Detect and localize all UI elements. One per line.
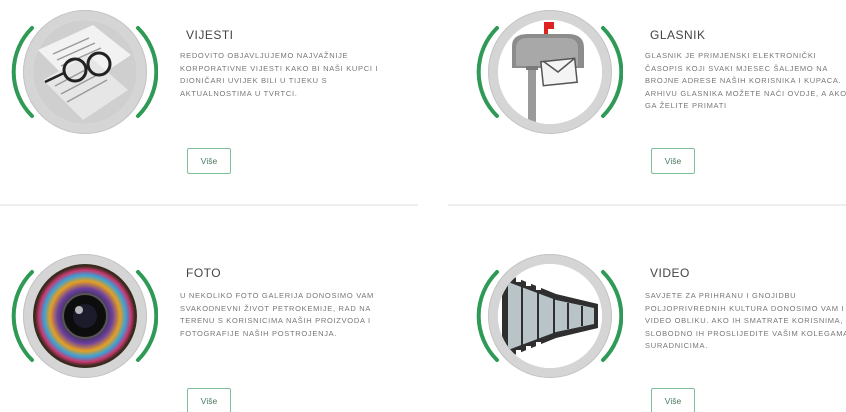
badge[interactable] xyxy=(473,6,623,156)
mailbox-icon xyxy=(498,20,602,124)
card-vijesti: VIJESTI REDOVITO OBJAVLJUJEMO NAJVAŽNIJE… xyxy=(0,0,423,206)
card-title[interactable]: VIDEO xyxy=(650,266,690,280)
badge[interactable] xyxy=(8,6,158,156)
card-title[interactable]: FOTO xyxy=(186,266,221,280)
badge-ring xyxy=(23,254,147,378)
badge[interactable] xyxy=(473,250,623,400)
card-title[interactable]: VIJESTI xyxy=(186,28,234,42)
more-button[interactable]: Više xyxy=(651,388,695,412)
more-button[interactable]: Više xyxy=(187,388,231,412)
card-title[interactable]: GLASNIK xyxy=(650,28,706,42)
badge-ring xyxy=(488,10,612,134)
card-foto: FOTO U NEKOLIKO FOTO GALERIJA DONOSIMO V… xyxy=(0,206,423,412)
newspaper-glasses-icon xyxy=(33,20,137,124)
card-glasnik: GLASNIK GLASNIK JE PRIMJENSKI ELEKTRONIČ… xyxy=(423,0,846,206)
card-description: SAVJETE ZA PRIHRANU I GNOJIDBU POLJOPRIV… xyxy=(645,291,846,351)
card-description: REDOVITO OBJAVLJUJEMO NAJVAŽNIJE KORPORA… xyxy=(180,51,379,98)
badge-ring xyxy=(488,254,612,378)
badge-ring xyxy=(23,10,147,134)
camera-lens-icon xyxy=(33,264,137,368)
more-button[interactable]: Više xyxy=(187,148,231,174)
badge[interactable] xyxy=(8,250,158,400)
film-strip-icon xyxy=(498,264,602,368)
card-video: VIDEO SAVJETE ZA PRIHRANU I GNOJIDBU POL… xyxy=(423,206,846,412)
more-button[interactable]: Više xyxy=(651,148,695,174)
card-description: GLASNIK JE PRIMJENSKI ELEKTRONIČKI ČASOP… xyxy=(645,51,846,111)
card-description: U NEKOLIKO FOTO GALERIJA DONOSIMO VAM SV… xyxy=(180,291,374,338)
